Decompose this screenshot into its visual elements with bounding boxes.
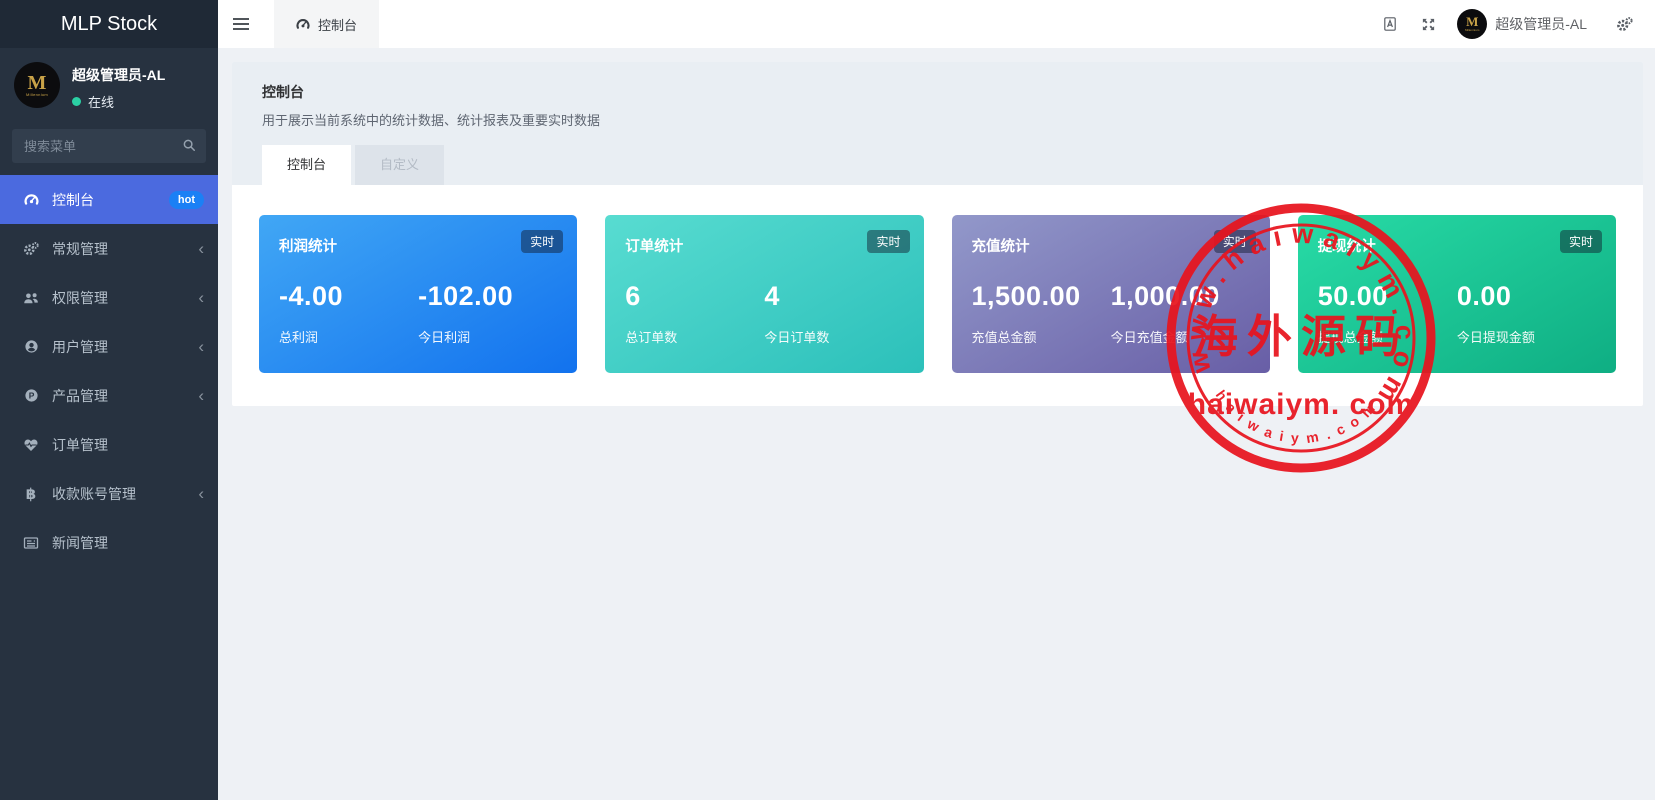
sidebar-item-label: 常规管理 [52, 239, 108, 259]
gears-icon[interactable] [1605, 0, 1643, 48]
avatar-letter: M [1466, 16, 1478, 28]
chevron-left-icon: ‹ [198, 289, 204, 306]
stat-value: 50.00 [1318, 281, 1457, 312]
user-status-label: 在线 [88, 92, 114, 111]
panel-tabs: 控制台 自定义 [262, 145, 1613, 185]
dashboard-icon [296, 17, 310, 31]
sidebar-item-label: 收款账号管理 [52, 484, 136, 504]
expand-icon[interactable] [1409, 0, 1447, 48]
topbar: 控制台 M Millennium 超级管理员-AL [218, 0, 1655, 48]
sidebar-item-label: 新闻管理 [52, 533, 108, 553]
content-area: 控制台 用于展示当前系统中的统计数据、统计报表及重要实时数据 控制台 自定义 利… [218, 48, 1655, 800]
online-dot-icon [72, 97, 81, 106]
stat-label: 今日充值金额 [1111, 327, 1250, 346]
tab-dashboard[interactable]: 控制台 [262, 145, 351, 185]
panel-body: 利润统计 实时 -4.00 总利润 -102.00 今日利润 订单统计 实时 6 总订… [232, 185, 1643, 406]
avatar-subtext: Millennium [1465, 28, 1479, 32]
dashboard-icon [22, 192, 40, 208]
sidebar-item-payment-accounts[interactable]: ฿ 收款账号管理 ‹ [0, 469, 218, 518]
realtime-badge: 实时 [867, 230, 909, 253]
stat-label: 今日订单数 [764, 327, 903, 346]
sidebar-item-products[interactable]: P 产品管理 ‹ [0, 371, 218, 420]
heartbeat-icon [22, 437, 40, 453]
stat-value: 4 [764, 281, 903, 312]
sidebar: MLP Stock M Millennium 超级管理员-AL 在线 控制台 h… [0, 0, 218, 800]
card-title: 提现统计 [1318, 235, 1596, 256]
stat-label: 充值总金额 [972, 327, 1111, 346]
sidebar-menu: 控制台 hot 常规管理 ‹ 权限管理 ‹ 用户管理 ‹ P [0, 175, 218, 567]
user-status: 在线 [72, 92, 165, 111]
product-icon: P [22, 388, 40, 404]
sidebar-item-label: 用户管理 [52, 337, 108, 357]
sidebar-item-general[interactable]: 常规管理 ‹ [0, 224, 218, 273]
search-input[interactable] [12, 129, 206, 163]
stat-value: 1,000.00 [1111, 281, 1250, 312]
sidebar-item-users[interactable]: 用户管理 ‹ [0, 322, 218, 371]
page-title: 控制台 [262, 82, 1613, 102]
chevron-left-icon: ‹ [198, 240, 204, 257]
card-title: 充值统计 [972, 235, 1250, 256]
stat-label: 总利润 [279, 327, 418, 346]
stat-value: 1,500.00 [972, 281, 1111, 312]
stat-value: -102.00 [418, 281, 557, 312]
menu-toggle-icon[interactable] [218, 0, 264, 48]
avatar-subtext: Millennium [26, 92, 48, 97]
profit-stat-card: 利润统计 实时 -4.00 总利润 -102.00 今日利润 [259, 215, 577, 373]
stat-value: 0.00 [1457, 281, 1596, 312]
stat-label: 提现总金额 [1318, 327, 1457, 346]
sidebar-item-label: 产品管理 [52, 386, 108, 406]
recharge-stat-card: 充值统计 实时 1,500.00 充值总金额 1,000.00 今日充值金额 [952, 215, 1270, 373]
withdraw-stat-card: 提现统计 实时 50.00 提现总金额 0.00 今日提现金额 [1298, 215, 1616, 373]
baht-icon: ฿ [22, 486, 40, 502]
dashboard-panel: 控制台 用于展示当前系统中的统计数据、统计报表及重要实时数据 控制台 自定义 利… [232, 62, 1643, 406]
newspaper-icon [22, 535, 40, 551]
realtime-badge: 实时 [1214, 230, 1256, 253]
stat-label: 今日利润 [418, 327, 557, 346]
topbar-tab-dashboard[interactable]: 控制台 [274, 0, 379, 48]
card-title: 利润统计 [279, 235, 557, 256]
users-icon [22, 290, 40, 306]
search-icon [182, 138, 196, 157]
sidebar-item-dashboard[interactable]: 控制台 hot [0, 175, 218, 224]
stat-label: 今日提现金额 [1457, 327, 1596, 346]
sidebar-item-label: 订单管理 [52, 435, 108, 455]
avatar-letter: M [28, 74, 47, 92]
topbar-user-name[interactable]: 超级管理员-AL [1495, 14, 1587, 34]
tab-custom[interactable]: 自定义 [355, 145, 444, 185]
user-panel: M Millennium 超级管理员-AL 在线 [0, 48, 218, 121]
page-subtitle: 用于展示当前系统中的统计数据、统计报表及重要实时数据 [262, 110, 1613, 129]
chevron-left-icon: ‹ [198, 485, 204, 502]
stat-value: -4.00 [279, 281, 418, 312]
sidebar-item-news[interactable]: 新闻管理 [0, 518, 218, 567]
sidebar-item-label: 权限管理 [52, 288, 108, 308]
chevron-left-icon: ‹ [198, 387, 204, 404]
language-icon[interactable] [1371, 0, 1409, 48]
stat-value: 6 [625, 281, 764, 312]
card-title: 订单统计 [625, 235, 903, 256]
cogs-icon [22, 241, 40, 257]
panel-heading: 控制台 用于展示当前系统中的统计数据、统计报表及重要实时数据 控制台 自定义 [232, 62, 1643, 185]
user-circle-icon [22, 339, 40, 355]
realtime-badge: 实时 [521, 230, 563, 253]
hot-badge: hot [169, 191, 204, 209]
realtime-badge: 实时 [1560, 230, 1602, 253]
stat-cards: 利润统计 实时 -4.00 总利润 -102.00 今日利润 订单统计 实时 6 总订… [259, 215, 1616, 373]
sidebar-item-label: 控制台 [52, 190, 94, 210]
orders-stat-card: 订单统计 实时 6 总订单数 4 今日订单数 [605, 215, 923, 373]
svg-text:P: P [28, 391, 34, 401]
avatar[interactable]: M Millennium [1457, 9, 1487, 39]
avatar: M Millennium [14, 62, 60, 108]
stat-label: 总订单数 [625, 327, 764, 346]
topbar-tab-label: 控制台 [318, 15, 357, 34]
user-name: 超级管理员-AL [72, 65, 165, 85]
brand-title: MLP Stock [0, 0, 218, 48]
sidebar-item-orders[interactable]: 订单管理 [0, 420, 218, 469]
chevron-left-icon: ‹ [198, 338, 204, 355]
sidebar-item-permissions[interactable]: 权限管理 ‹ [0, 273, 218, 322]
